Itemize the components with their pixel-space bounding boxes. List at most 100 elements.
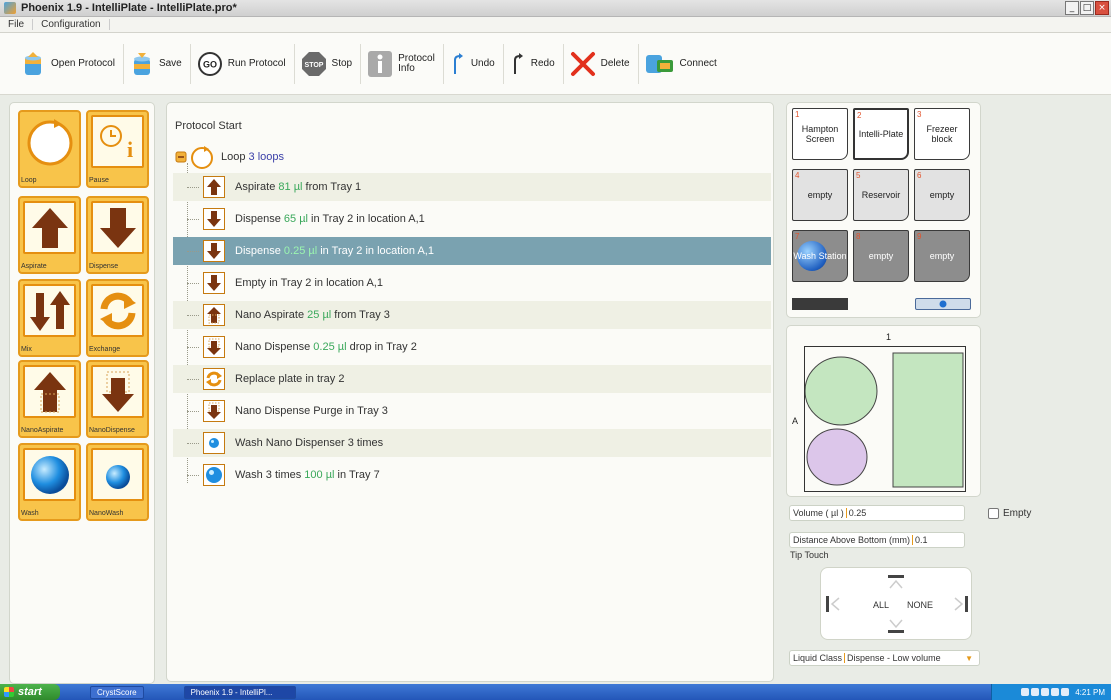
protocol-tree: Protocol Start Loop 3 loops Aspirate 81 … bbox=[166, 102, 774, 682]
volume-field[interactable]: Volume ( µl ) 0.25 bbox=[789, 505, 965, 521]
tip-touch-none[interactable]: NONE bbox=[907, 600, 933, 610]
task-crystscore[interactable]: CrystScore bbox=[90, 685, 144, 699]
palette-nanodispense[interactable]: NanoDispense bbox=[86, 360, 149, 438]
tip-touch-control: ALL NONE bbox=[820, 567, 972, 640]
distance-input[interactable]: 0.1 bbox=[912, 535, 928, 545]
loop-node[interactable]: Loop 3 loops bbox=[175, 143, 284, 171]
palette-loop[interactable]: Loop bbox=[18, 110, 81, 188]
redo-label: Redo bbox=[530, 57, 555, 69]
protocol-step[interactable]: Dispense 0.25 µl in Tray 2 in location A… bbox=[173, 237, 771, 265]
tip-touch-label: Tip Touch bbox=[790, 550, 829, 560]
plate-drawing[interactable] bbox=[804, 347, 967, 493]
tray-slot[interactable]: 9 empty bbox=[914, 230, 970, 282]
open-protocol-button[interactable]: Open Protocol bbox=[14, 43, 124, 84]
palette-label: Dispense bbox=[89, 263, 119, 270]
tree-connector bbox=[187, 314, 199, 316]
tree-connector bbox=[187, 250, 199, 252]
tray-icon[interactable] bbox=[1021, 688, 1030, 696]
protocol-step[interactable]: Aspirate 81 µl from Tray 1 bbox=[173, 173, 771, 201]
undo-button[interactable]: Undo bbox=[444, 43, 504, 84]
maximize-button[interactable]: □ bbox=[1080, 1, 1094, 15]
tray-label: empty bbox=[929, 251, 955, 261]
protocol-step[interactable]: Empty in Tray 2 in location A,1 bbox=[173, 269, 771, 297]
palette-nanoaspirate[interactable]: NanoAspirate bbox=[18, 360, 81, 438]
palette-label: Pause bbox=[89, 177, 109, 184]
tray-icon[interactable] bbox=[1061, 688, 1070, 696]
tray-slot[interactable]: 7 Wash Station bbox=[792, 230, 848, 282]
palette-nanowash[interactable]: NanoWash bbox=[86, 443, 149, 521]
tray-label: empty bbox=[929, 190, 955, 200]
protocol-info-label: Protocol Info bbox=[398, 52, 435, 74]
tray-label: empty bbox=[807, 190, 833, 200]
step-description: Wash 3 times 100 µl in Tray 7 bbox=[235, 469, 380, 481]
tray-number: 3 bbox=[917, 110, 922, 119]
toolbar: Open Protocol Save GO Run Protocol STOP … bbox=[0, 33, 1111, 95]
palette-wash[interactable]: Wash bbox=[18, 443, 81, 521]
liquid-class-label: Liquid Class bbox=[793, 653, 843, 663]
tray-icon[interactable] bbox=[1041, 688, 1050, 696]
menu-bar: File Configuration bbox=[0, 17, 1111, 33]
protocol-step[interactable]: Wash Nano Dispenser 3 times bbox=[173, 429, 771, 457]
palette-pause-icon-box: i bbox=[91, 115, 144, 168]
tip-touch-down-icon[interactable] bbox=[887, 618, 905, 634]
tray-slot[interactable]: 2 Intelli-Plate bbox=[853, 108, 909, 160]
tip-touch-left-icon[interactable] bbox=[825, 595, 841, 613]
delete-button[interactable]: Delete bbox=[564, 43, 639, 84]
distance-label: Distance Above Bottom (mm) bbox=[793, 535, 911, 545]
start-button[interactable]: start bbox=[0, 684, 60, 700]
tray-slot[interactable]: 8 empty bbox=[853, 230, 909, 282]
undo-label: Undo bbox=[470, 57, 495, 69]
chevron-down-icon[interactable]: ▼ bbox=[965, 654, 973, 663]
palette-mix[interactable]: Mix bbox=[18, 279, 81, 357]
tray-icon[interactable] bbox=[1051, 688, 1060, 696]
deck-layout: 1 Hampton Screen 2 Intelli-Plate 3 Frezeer bl… bbox=[786, 102, 981, 318]
svg-text:STOP: STOP bbox=[304, 62, 323, 69]
protocol-step[interactable]: Nano Dispense 0.25 µl drop in Tray 2 bbox=[173, 333, 771, 361]
tip-touch-right-icon[interactable] bbox=[953, 595, 969, 613]
redo-button[interactable]: Redo bbox=[504, 43, 564, 84]
protocol-step[interactable]: Dispense 65 µl in Tray 2 in location A,1 bbox=[173, 205, 771, 233]
volume-input[interactable]: 0.25 bbox=[845, 508, 866, 518]
collapse-toggle-icon[interactable] bbox=[175, 151, 187, 163]
menu-configuration[interactable]: Configuration bbox=[39, 19, 110, 30]
palette-aspirate[interactable]: Aspirate bbox=[18, 196, 81, 274]
run-protocol-button[interactable]: GO Run Protocol bbox=[191, 43, 295, 84]
tray-slot[interactable]: 3 Frezeer block bbox=[914, 108, 970, 160]
palette-label: NanoDispense bbox=[89, 427, 135, 434]
tray-icon[interactable] bbox=[1031, 688, 1040, 696]
tip-touch-all[interactable]: ALL bbox=[873, 600, 889, 610]
protocol-info-button[interactable]: Protocol Info bbox=[361, 43, 444, 84]
taskbar: start CrystScore Phoenix 1.9 - IntelliPl… bbox=[0, 684, 1111, 700]
palette-dispense[interactable]: Dispense bbox=[86, 196, 149, 274]
connect-button[interactable]: Connect bbox=[639, 44, 725, 84]
tray-slot[interactable]: 5 Reservoir bbox=[853, 169, 909, 221]
palette-exchange[interactable]: Exchange bbox=[86, 279, 149, 357]
empty-checkbox[interactable] bbox=[988, 508, 999, 519]
protocol-step[interactable]: Wash 3 times 100 µl in Tray 7 bbox=[173, 461, 771, 489]
stop-button[interactable]: STOP Stop bbox=[295, 43, 362, 84]
distance-field[interactable]: Distance Above Bottom (mm) 0.1 bbox=[789, 532, 965, 548]
tray-slot[interactable]: 1 Hampton Screen bbox=[792, 108, 848, 160]
protocol-step[interactable]: Nano Dispense Purge in Tray 3 bbox=[173, 397, 771, 425]
stop-icon: STOP bbox=[301, 51, 326, 76]
menu-file[interactable]: File bbox=[6, 19, 34, 30]
tree-connector bbox=[187, 282, 199, 284]
minimize-button[interactable]: _ bbox=[1065, 1, 1079, 15]
tray-slot[interactable]: 4 empty bbox=[792, 169, 848, 221]
svg-text:i: i bbox=[127, 137, 133, 162]
palette-label: Aspirate bbox=[21, 263, 47, 270]
tray-slot[interactable]: 6 empty bbox=[914, 169, 970, 221]
save-button[interactable]: Save bbox=[124, 43, 191, 84]
protocol-step[interactable]: Nano Aspirate 25 µl from Tray 3 bbox=[173, 301, 771, 329]
protocol-step[interactable]: Replace plate in tray 2 bbox=[173, 365, 771, 393]
tip-touch-up-icon[interactable] bbox=[887, 574, 905, 590]
tray-label: empty bbox=[868, 251, 894, 261]
task-phoenix[interactable]: Phoenix 1.9 - IntelliPl... bbox=[183, 685, 296, 699]
tree-connector bbox=[187, 218, 199, 220]
palette-pause[interactable]: i Pause bbox=[86, 110, 149, 188]
liquid-class-select[interactable]: Liquid Class Dispense - Low volume ▼ bbox=[789, 650, 980, 666]
svg-text:GO: GO bbox=[203, 59, 217, 69]
close-button[interactable]: × bbox=[1095, 1, 1109, 15]
tree-connector bbox=[187, 410, 199, 412]
nano-dispense-icon bbox=[101, 371, 134, 412]
